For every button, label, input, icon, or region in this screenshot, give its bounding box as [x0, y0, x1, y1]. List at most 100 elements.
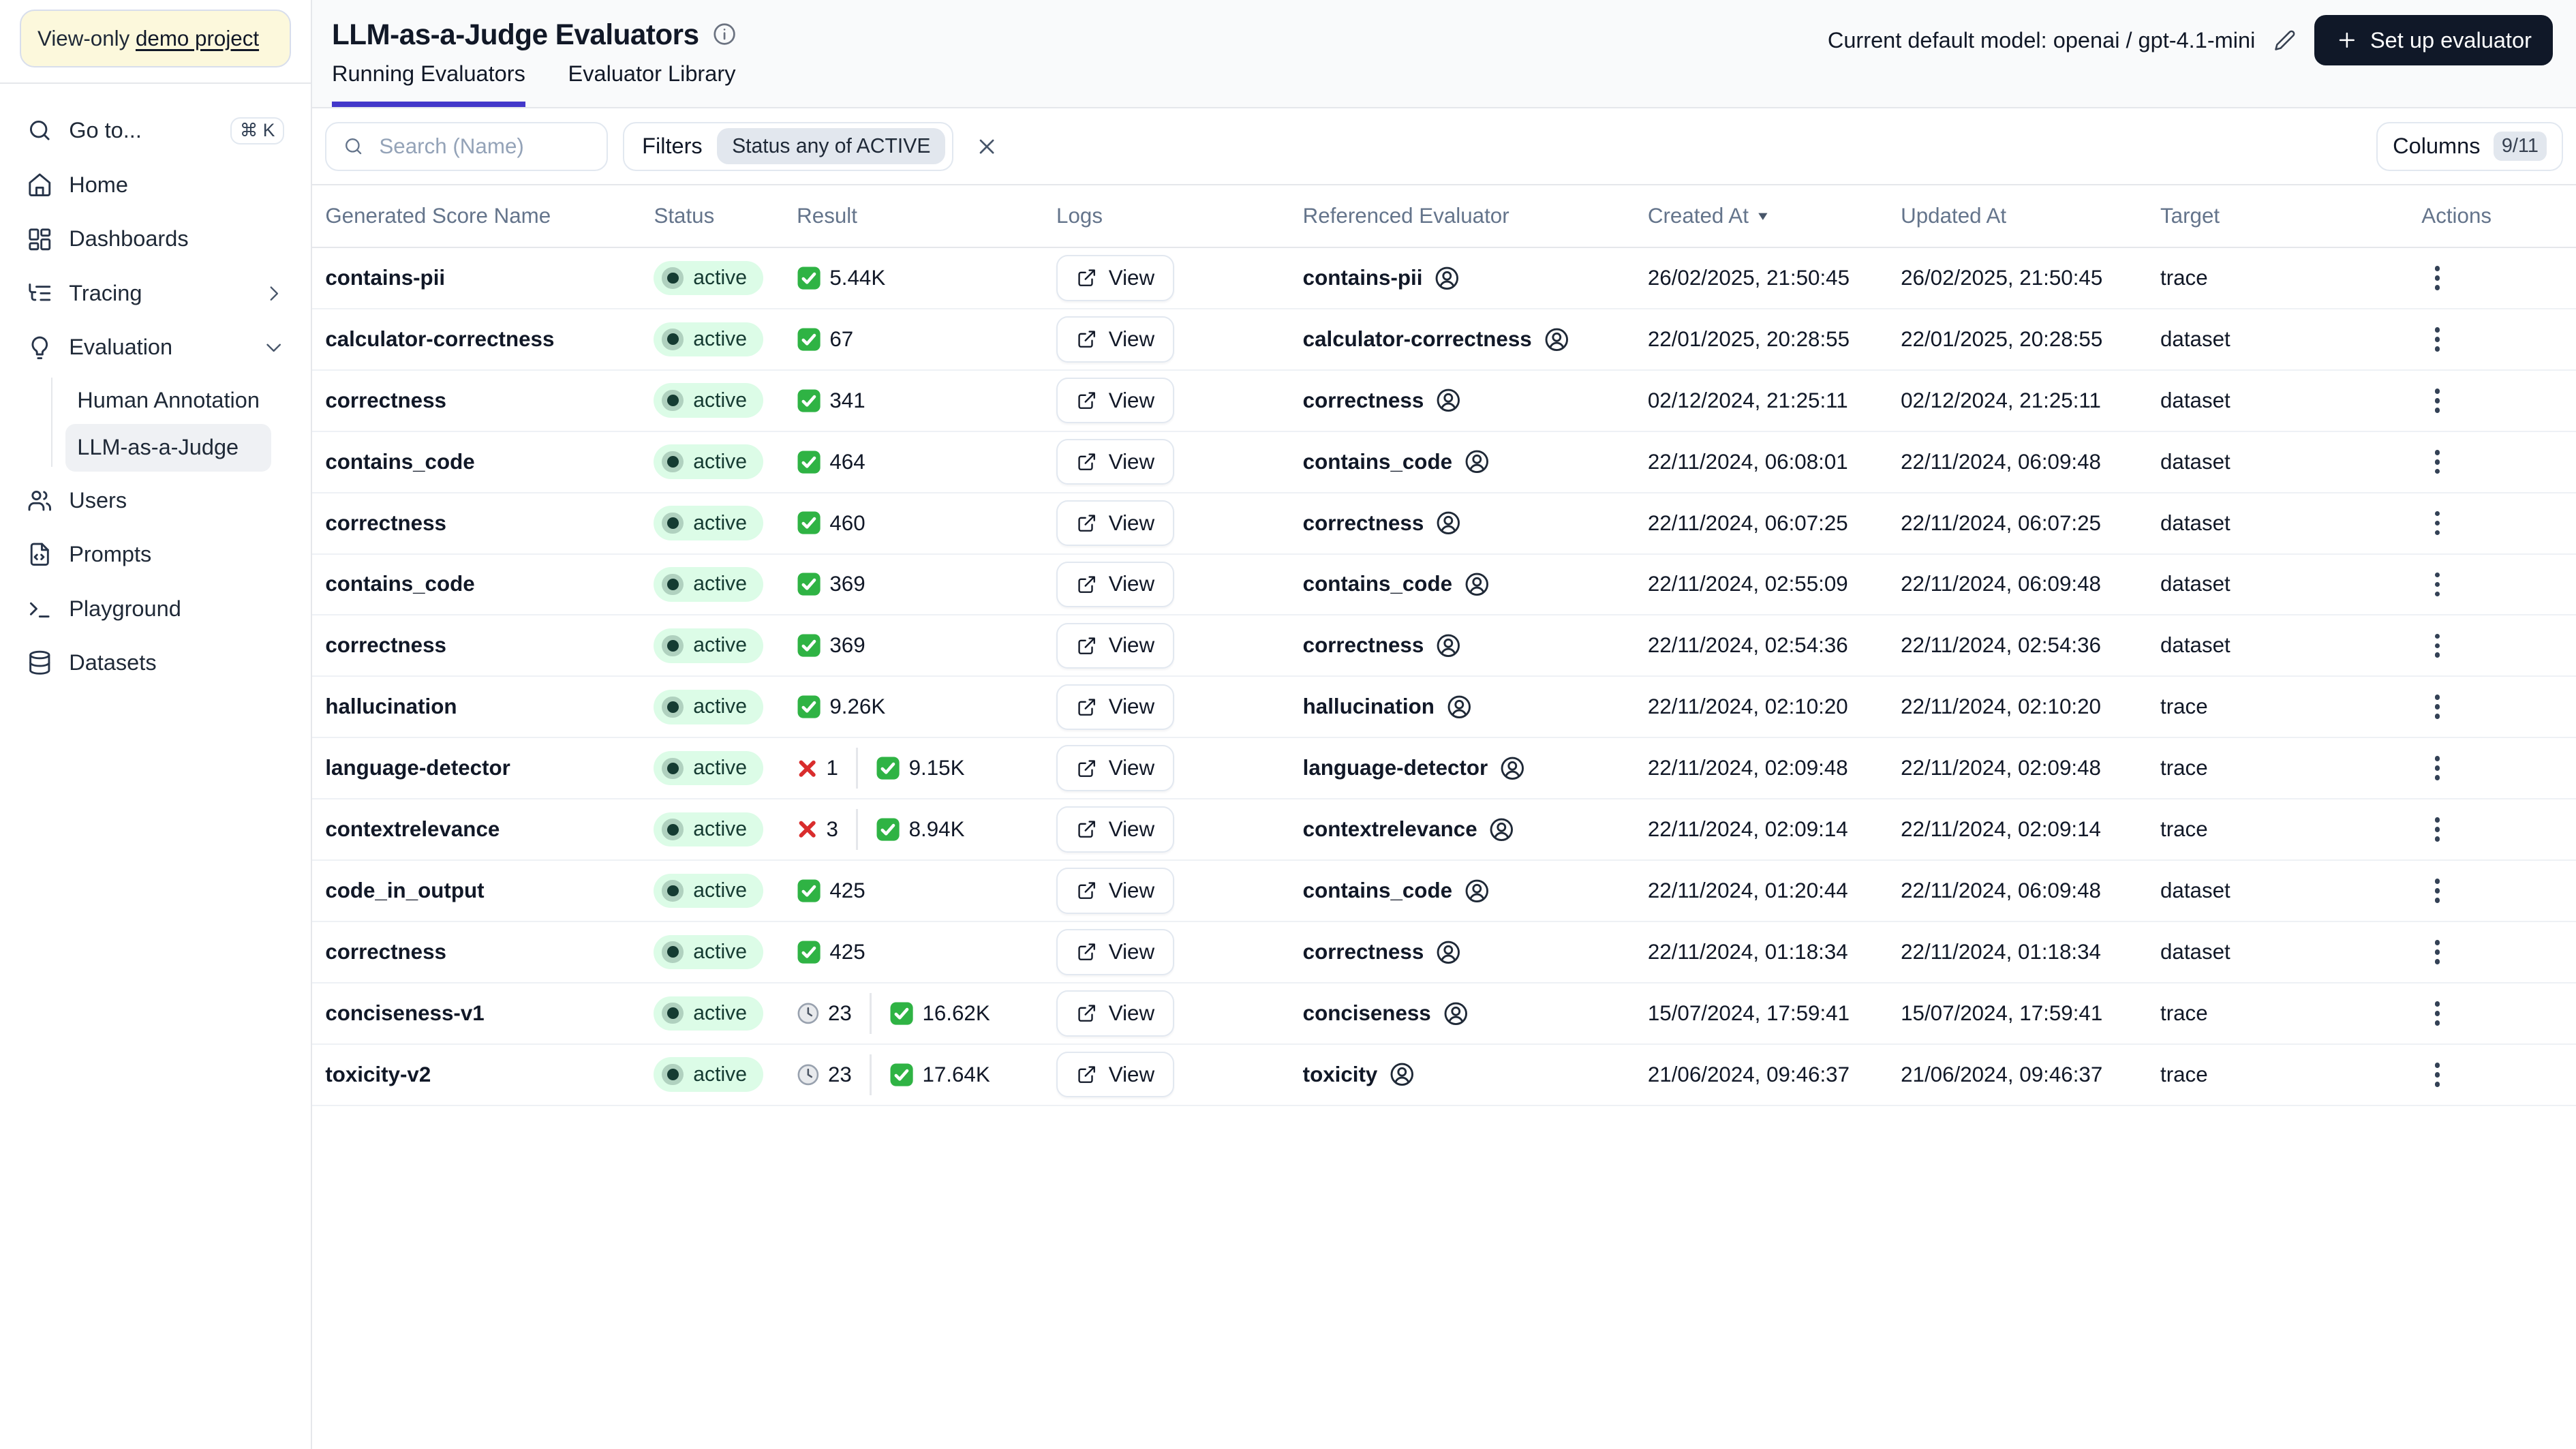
row-actions-menu-button[interactable] [2427, 258, 2449, 299]
user-circle-icon [1435, 266, 1459, 290]
edit-model-icon[interactable] [2273, 29, 2297, 52]
view-logs-button[interactable]: View [1056, 622, 1174, 669]
status-cell: active [654, 1057, 797, 1093]
status-badge: active [654, 812, 764, 847]
target-cell: dataset [2160, 326, 2230, 351]
status-badge: active [654, 567, 764, 602]
status-label: active [693, 450, 747, 473]
view-logs-button[interactable]: View [1056, 868, 1174, 914]
referenced-evaluator-cell[interactable]: contains_code [1303, 878, 1648, 904]
sidebar-item-go-to[interactable]: Go to... ⌘ K [16, 104, 294, 158]
sidebar-item-human-annotation[interactable]: Human Annotation [65, 376, 271, 424]
row-actions-menu-button[interactable] [2427, 503, 2449, 544]
table-row: conciseness-v1 active 23 16.62K View con… [312, 983, 2576, 1045]
external-link-icon [1077, 1066, 1095, 1083]
view-logs-button[interactable]: View [1056, 316, 1174, 363]
row-actions-menu-button[interactable] [2427, 442, 2449, 483]
referenced-evaluator-cell[interactable]: hallucination [1303, 694, 1648, 720]
table-row: correctness active 341 View correctness [312, 371, 2576, 432]
status-dot-icon [662, 819, 684, 840]
logs-cell: View [1056, 255, 1303, 301]
sidebar-item-prompts[interactable]: Prompts [16, 528, 294, 582]
status-dot-icon [662, 1003, 684, 1024]
row-actions-menu-button[interactable] [2427, 870, 2449, 911]
info-icon[interactable] [712, 22, 737, 46]
view-logs-button[interactable]: View [1056, 500, 1174, 547]
row-actions-menu-button[interactable] [2427, 686, 2449, 727]
columns-button[interactable]: Columns 9/11 [2376, 121, 2563, 171]
referenced-evaluator-cell[interactable]: correctness [1303, 939, 1648, 966]
view-logs-button[interactable]: View [1056, 438, 1174, 485]
filters-button[interactable]: Filters Status any of ACTIVE [622, 121, 953, 171]
referenced-evaluator-cell[interactable]: language-detector [1303, 755, 1648, 782]
sidebar-item-evaluation[interactable]: Evaluation [16, 320, 294, 375]
sidebar-item-dashboards[interactable]: Dashboards [16, 212, 294, 266]
column-header-status[interactable]: Status [654, 204, 797, 228]
view-logs-button[interactable]: View [1056, 255, 1174, 301]
column-header-logs[interactable]: Logs [1056, 204, 1303, 228]
view-logs-button[interactable]: View [1056, 745, 1174, 791]
view-logs-button[interactable]: View [1056, 561, 1174, 608]
generated-score-name: toxicity-v2 [325, 1062, 431, 1086]
filter-chip-status-active[interactable]: Status any of ACTIVE [717, 128, 946, 165]
referenced-evaluator-cell[interactable]: correctness [1303, 632, 1648, 659]
logs-cell: View [1056, 500, 1303, 547]
user-circle-icon [1444, 1002, 1467, 1025]
row-actions-menu-button[interactable] [2427, 748, 2449, 789]
view-logs-button[interactable]: View [1056, 1051, 1174, 1098]
sidebar-item-playground[interactable]: Playground [16, 581, 294, 636]
set-up-evaluator-button[interactable]: Set up evaluator [2314, 14, 2554, 66]
column-header-result[interactable]: Result [797, 204, 1056, 228]
generated-score-name: contains_code [325, 449, 475, 474]
view-logs-button[interactable]: View [1056, 806, 1174, 853]
row-actions-menu-button[interactable] [2427, 626, 2449, 667]
actions-cell [2421, 993, 2576, 1034]
external-link-icon [1077, 453, 1095, 470]
sidebar-item-datasets[interactable]: Datasets [16, 636, 294, 690]
row-actions-menu-button[interactable] [2427, 319, 2449, 360]
referenced-evaluator-cell[interactable]: correctness [1303, 387, 1648, 414]
referenced-evaluator-cell[interactable]: contains_code [1303, 448, 1648, 475]
view-logs-button[interactable]: View [1056, 990, 1174, 1037]
clear-filters-button[interactable] [971, 131, 1002, 162]
referenced-evaluator-cell[interactable]: contains_code [1303, 571, 1648, 598]
sidebar-item-users[interactable]: Users [16, 473, 294, 528]
target-cell: trace [2160, 817, 2208, 842]
column-header-target[interactable]: Target [2160, 204, 2421, 228]
column-header-referenced-evaluator[interactable]: Referenced Evaluator [1303, 204, 1648, 228]
view-logs-button[interactable]: View [1056, 929, 1174, 975]
result-cell: 23 17.64K [797, 1054, 1056, 1095]
column-header-updated-at[interactable]: Updated At [1901, 204, 2160, 228]
tab-evaluator-library[interactable]: Evaluator Library [568, 61, 736, 107]
row-actions-menu-button[interactable] [2427, 380, 2449, 421]
row-actions-menu-button[interactable] [2427, 1054, 2449, 1095]
column-header-generated-score-name[interactable]: Generated Score Name [325, 204, 654, 228]
referenced-evaluator-cell[interactable]: conciseness [1303, 1001, 1648, 1027]
column-header-created-at[interactable]: Created At [1648, 204, 1901, 228]
sidebar-item-home[interactable]: Home [16, 157, 294, 212]
row-actions-menu-button[interactable] [2427, 564, 2449, 605]
status-badge: active [654, 506, 764, 540]
row-actions-menu-button[interactable] [2427, 993, 2449, 1034]
referenced-evaluator-cell[interactable]: contains-pii [1303, 265, 1648, 292]
search-input[interactable] [375, 132, 594, 161]
sidebar-item-tracing[interactable]: Tracing [16, 266, 294, 321]
view-logs-button[interactable]: View [1056, 684, 1174, 731]
referenced-evaluator-cell[interactable]: contextrelevance [1303, 817, 1648, 843]
row-actions-menu-button[interactable] [2427, 932, 2449, 973]
referenced-evaluator-cell[interactable]: calculator-correctness [1303, 326, 1648, 353]
row-actions-menu-button[interactable] [2427, 809, 2449, 850]
pass-check-icon [876, 818, 900, 841]
pending-count: 23 [797, 1001, 852, 1026]
sidebar-item-llm-as-a-judge[interactable]: LLM-as-a-Judge [65, 423, 272, 472]
result-cell: 1 9.15K [797, 748, 1056, 789]
referenced-evaluator-cell[interactable]: correctness [1303, 510, 1648, 536]
table-header-row: Generated Score Name Status Result Logs … [312, 185, 2576, 248]
status-label: active [693, 757, 747, 780]
created-at-cell: 15/07/2024, 17:59:41 [1647, 1001, 1850, 1025]
tab-running-evaluators[interactable]: Running Evaluators [331, 61, 525, 108]
referenced-evaluator-cell[interactable]: toxicity [1303, 1061, 1648, 1088]
view-logs-button[interactable]: View [1056, 378, 1174, 424]
table-row: correctness active 425 View correctness [312, 922, 2576, 983]
demo-project-link[interactable]: demo project [136, 27, 259, 50]
